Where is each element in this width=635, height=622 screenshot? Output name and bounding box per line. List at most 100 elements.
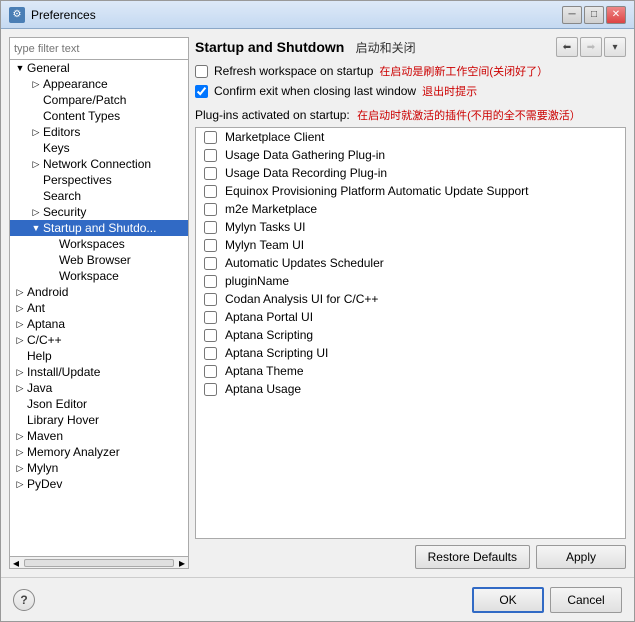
tree-label-workspaces: Workspaces: [59, 237, 125, 251]
tree-item-memory[interactable]: ▷ Memory Analyzer: [10, 444, 188, 460]
plugin-m2e-checkbox[interactable]: [204, 203, 217, 216]
minimize-button[interactable]: ─: [562, 6, 582, 24]
expand-icon-webbrowser: [46, 254, 58, 266]
tree-item-editors[interactable]: ▷ Editors: [10, 124, 188, 140]
expand-icon-json: [14, 398, 26, 410]
tree-item-install[interactable]: ▷ Install/Update: [10, 364, 188, 380]
ok-button[interactable]: OK: [472, 587, 544, 613]
plugin-aptana-scripting-ui-checkbox[interactable]: [204, 347, 217, 360]
tree-item-maven[interactable]: ▷ Maven: [10, 428, 188, 444]
right-panel: Startup and Shutdown 启动和关闭 ⬅ ➡ ▾ Refresh…: [195, 37, 626, 569]
plugin-aptana-usage-checkbox[interactable]: [204, 383, 217, 396]
expand-icon-appearance: ▷: [30, 78, 42, 90]
help-button[interactable]: ?: [13, 589, 35, 611]
plugin-auto-updates-label: Automatic Updates Scheduler: [225, 256, 384, 270]
tree-item-compare-patch[interactable]: Compare/Patch: [10, 92, 188, 108]
right-action-buttons: Restore Defaults Apply: [195, 545, 626, 569]
page-title-cn: 启动和关闭: [356, 41, 416, 55]
filter-input[interactable]: [10, 38, 188, 60]
plugin-mylyn-team-checkbox[interactable]: [204, 239, 217, 252]
tree-item-appearance[interactable]: ▷ Appearance: [10, 76, 188, 92]
tree-item-web-browser[interactable]: Web Browser: [10, 252, 188, 268]
tree-item-aptana[interactable]: ▷ Aptana: [10, 316, 188, 332]
expand-icon-perspectives: [30, 174, 42, 186]
refresh-workspace-checkbox[interactable]: [195, 65, 208, 78]
plugin-mylyn-team: Mylyn Team UI: [196, 236, 625, 254]
tree-item-pydev[interactable]: ▷ PyDev: [10, 476, 188, 492]
plugin-usage-gathering-label: Usage Data Gathering Plug-in: [225, 148, 385, 162]
tree-item-perspectives[interactable]: Perspectives: [10, 172, 188, 188]
tree-item-ant[interactable]: ▷ Ant: [10, 300, 188, 316]
plugin-usage-gathering-checkbox[interactable]: [204, 149, 217, 162]
expand-icon-content: [30, 110, 42, 122]
plugin-usage-gathering: Usage Data Gathering Plug-in: [196, 146, 625, 164]
cancel-button[interactable]: Cancel: [550, 587, 622, 613]
expand-icon-java: ▷: [14, 382, 26, 394]
plugin-aptana-scripting: Aptana Scripting: [196, 326, 625, 344]
expand-icon-workspaces: [46, 238, 58, 250]
tree-item-java[interactable]: ▷ Java: [10, 380, 188, 396]
tree-item-android[interactable]: ▷ Android: [10, 284, 188, 300]
tree-item-startup[interactable]: ▼ Startup and Shutdo...: [10, 220, 188, 236]
tree-label-general: General: [27, 61, 70, 75]
plugin-aptana-scripting-checkbox[interactable]: [204, 329, 217, 342]
plugin-aptana-portal: Aptana Portal UI: [196, 308, 625, 326]
maximize-button[interactable]: □: [584, 6, 604, 24]
apply-button[interactable]: Apply: [536, 545, 626, 569]
plugin-codan: Codan Analysis UI for C/C++: [196, 290, 625, 308]
plugin-codan-checkbox[interactable]: [204, 293, 217, 306]
plugin-aptana-portal-checkbox[interactable]: [204, 311, 217, 324]
plugin-marketplace-checkbox[interactable]: [204, 131, 217, 144]
tree-item-security[interactable]: ▷ Security: [10, 204, 188, 220]
scroll-right-btn[interactable]: ▸: [176, 556, 188, 570]
plugin-aptana-theme-checkbox[interactable]: [204, 365, 217, 378]
nav-dropdown-button[interactable]: ▾: [604, 37, 626, 57]
tree-label-help: Help: [27, 349, 52, 363]
window-controls: ─ □ ✕: [562, 6, 626, 24]
expand-icon-ant: ▷: [14, 302, 26, 314]
tree-item-json-editor[interactable]: Json Editor: [10, 396, 188, 412]
tree-item-keys[interactable]: Keys: [10, 140, 188, 156]
expand-icon-security: ▷: [30, 206, 42, 218]
confirm-exit-checkbox[interactable]: [195, 85, 208, 98]
tree-item-mylyn[interactable]: ▷ Mylyn: [10, 460, 188, 476]
tree-item-general[interactable]: ▼ General: [10, 60, 188, 76]
expand-icon-help: [14, 350, 26, 362]
expand-icon-memory: ▷: [14, 446, 26, 458]
expand-icon-general: ▼: [14, 62, 26, 74]
tree-label-memory: Memory Analyzer: [27, 445, 120, 459]
tree-label-security: Security: [43, 205, 86, 219]
plugin-equinox-checkbox[interactable]: [204, 185, 217, 198]
tree-item-workspace[interactable]: Workspace: [10, 268, 188, 284]
restore-defaults-button[interactable]: Restore Defaults: [415, 545, 530, 569]
tree-label-pydev: PyDev: [27, 477, 62, 491]
left-panel: ▼ General ▷ Appearance Compare/Patch Con…: [9, 37, 189, 569]
page-title: Startup and Shutdown: [195, 39, 344, 55]
plugins-header: Plug-ins activated on startup: 在启动时就激活的插…: [195, 107, 626, 123]
tree-item-workspaces[interactable]: Workspaces: [10, 236, 188, 252]
tree-item-help[interactable]: Help: [10, 348, 188, 364]
tree-item-content-types[interactable]: Content Types: [10, 108, 188, 124]
plugin-usage-recording-label: Usage Data Recording Plug-in: [225, 166, 387, 180]
horizontal-scrollbar[interactable]: [24, 559, 174, 567]
nav-forward-button[interactable]: ➡: [580, 37, 602, 57]
plugin-mylyn-tasks-checkbox[interactable]: [204, 221, 217, 234]
tree-item-cpp[interactable]: ▷ C/C++: [10, 332, 188, 348]
expand-icon-library: [14, 414, 26, 426]
tree-label-mylyn: Mylyn: [27, 461, 58, 475]
plugin-pluginname-checkbox[interactable]: [204, 275, 217, 288]
scroll-left-btn[interactable]: ◂: [10, 556, 22, 570]
plugin-aptana-scripting-ui: Aptana Scripting UI: [196, 344, 625, 362]
plugin-aptana-scripting-ui-label: Aptana Scripting UI: [225, 346, 328, 360]
plugin-usage-recording-checkbox[interactable]: [204, 167, 217, 180]
close-button[interactable]: ✕: [606, 6, 626, 24]
tree-item-network[interactable]: ▷ Network Connection: [10, 156, 188, 172]
tree-item-search[interactable]: Search: [10, 188, 188, 204]
nav-back-button[interactable]: ⬅: [556, 37, 578, 57]
plugin-auto-updates-checkbox[interactable]: [204, 257, 217, 270]
content-area: ▼ General ▷ Appearance Compare/Patch Con…: [1, 29, 634, 621]
tree-item-library-hover[interactable]: Library Hover: [10, 412, 188, 428]
window-title: Preferences: [31, 8, 562, 22]
bottom-right-buttons: OK Cancel: [472, 587, 622, 613]
confirm-exit-row: Confirm exit when closing last window 退出…: [195, 83, 626, 99]
